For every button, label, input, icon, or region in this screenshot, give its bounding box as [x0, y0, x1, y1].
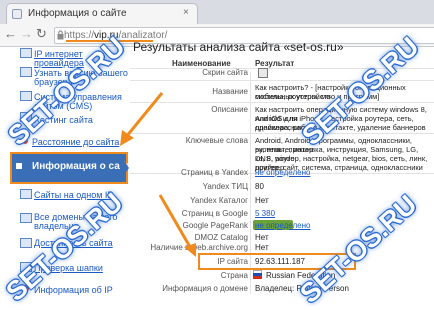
arrow-to-site-info-annotation — [120, 92, 164, 146]
arrow-to-ip-annotation — [158, 194, 196, 257]
